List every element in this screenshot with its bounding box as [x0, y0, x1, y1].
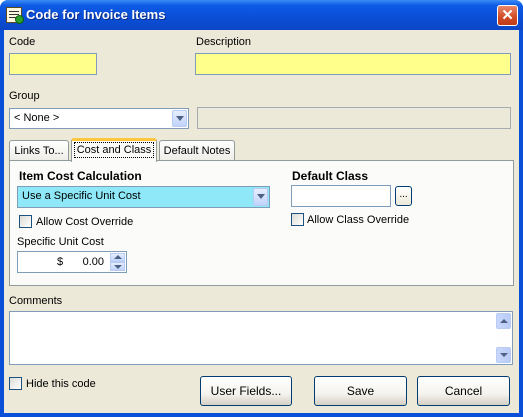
tab-default-notes[interactable]: Default Notes	[159, 140, 235, 162]
comments-scrollbar[interactable]	[495, 312, 512, 364]
description-label: Description	[196, 36, 252, 48]
comments-textarea[interactable]	[9, 311, 513, 365]
hide-code-checkbox[interactable]	[9, 377, 22, 390]
cost-method-value: Use a Specific Unit Cost	[22, 190, 141, 202]
close-icon: ✕	[501, 7, 514, 24]
spin-down-icon[interactable]	[110, 262, 125, 271]
hide-code-label: Hide this code	[26, 378, 96, 390]
window-title: Code for Invoice Items	[26, 7, 166, 22]
item-cost-heading: Item Cost Calculation	[19, 169, 142, 183]
chevron-down-icon[interactable]	[253, 188, 268, 206]
allow-class-override-label: Allow Class Override	[307, 214, 410, 226]
tab-links-to-label: Links To...	[14, 145, 64, 157]
specific-unit-cost-value: 0.00	[82, 256, 104, 268]
code-label: Code	[9, 36, 36, 48]
cost-and-class-panel: Item Cost Calculation Use a Specific Uni…	[9, 160, 514, 286]
tab-default-notes-label: Default Notes	[163, 145, 231, 157]
allow-cost-override-label: Allow Cost Override	[36, 216, 134, 228]
user-fields-button[interactable]: User Fields...	[200, 376, 292, 406]
group-description-field	[197, 107, 511, 129]
currency-symbol: $	[57, 256, 64, 268]
title-bar[interactable]: Code for Invoice Items ✕	[0, 0, 523, 30]
cancel-button[interactable]: Cancel	[417, 376, 510, 406]
tab-links-to[interactable]: Links To...	[9, 140, 69, 162]
group-select[interactable]: < None >	[9, 108, 189, 129]
chevron-down-icon[interactable]	[172, 110, 187, 127]
specific-unit-cost-input[interactable]: $ 0.00	[17, 251, 127, 273]
scroll-down-icon[interactable]	[496, 347, 511, 363]
tab-cost-and-class-label: Cost and Class	[73, 142, 155, 158]
cost-method-select[interactable]: Use a Specific Unit Cost	[17, 186, 270, 208]
allow-cost-override-checkbox[interactable]	[19, 215, 32, 228]
dialog-window: Code for Invoice Items ✕ Code Descriptio…	[0, 0, 523, 417]
save-button[interactable]: Save	[314, 376, 407, 406]
default-class-heading: Default Class	[292, 169, 369, 183]
browse-class-button[interactable]: ...	[395, 186, 412, 206]
comments-label: Comments	[9, 295, 63, 307]
scroll-up-icon[interactable]	[496, 313, 511, 329]
invoice-app-icon	[6, 7, 24, 24]
tab-cost-and-class[interactable]: Cost and Class	[71, 138, 157, 162]
code-input[interactable]	[9, 53, 97, 75]
description-input[interactable]	[195, 53, 511, 75]
group-select-value: < None >	[14, 112, 60, 124]
group-label: Group	[9, 90, 40, 102]
specific-unit-cost-label: Specific Unit Cost	[17, 236, 104, 248]
allow-class-override-checkbox[interactable]	[291, 213, 304, 226]
spin-up-icon[interactable]	[110, 253, 125, 262]
dialog-body: Code Description Group < None > Links To…	[4, 30, 519, 413]
default-class-input[interactable]	[291, 185, 391, 207]
close-button[interactable]: ✕	[497, 5, 518, 26]
